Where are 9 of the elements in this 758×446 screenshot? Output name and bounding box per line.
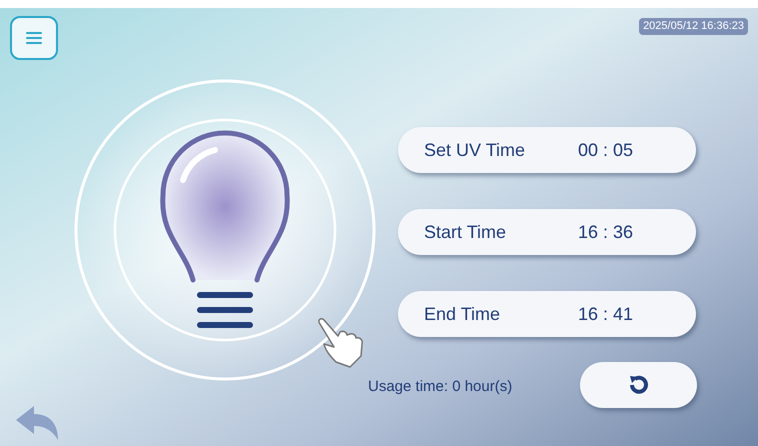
menu-button[interactable] [10,16,58,60]
reset-button[interactable] [580,362,697,408]
time-setting-button[interactable]: Start Time 16 : 36 [398,209,696,255]
time-setting-button[interactable]: Set UV Time 00 : 05 [398,127,696,173]
usage-time-text: Usage time: 0 hour(s) [368,377,512,397]
back-arrow-icon[interactable] [16,406,60,440]
menu-icon [26,31,42,45]
date-time: 2025/05/12 16:36:23 [639,18,748,34]
time-setting-button[interactable]: End Time 16 : 41 [398,291,696,337]
